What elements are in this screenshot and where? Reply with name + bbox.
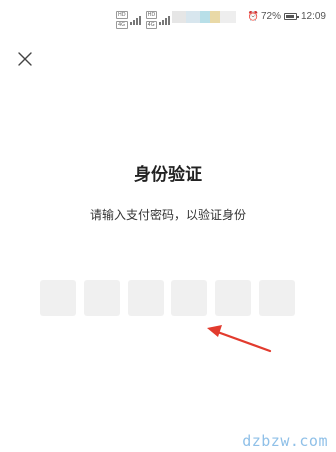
page-title: 身份验证 (134, 165, 202, 185)
blurred-icon (220, 11, 236, 23)
sim-tags-2: HD 4G (145, 10, 158, 30)
sim-tag-4g-2: 4G (145, 21, 158, 29)
blurred-icon (200, 11, 210, 23)
battery-icon (283, 13, 299, 20)
sim-tags: HD 4G (116, 10, 128, 30)
page-subtitle: 请输入支付密码，以验证身份 (89, 208, 246, 222)
pin-digit-box[interactable] (83, 280, 120, 316)
alarm-icon: ⏰ (247, 11, 259, 21)
clock: 12:09 (300, 11, 326, 22)
pin-input[interactable] (40, 280, 295, 316)
sim-tag-hd: HD (116, 11, 128, 19)
pin-digit-box[interactable] (40, 280, 76, 316)
blurred-icon (210, 11, 220, 23)
status-bar: HD 4G HD 4G ⏰ 72% 12:09 (0, 0, 336, 38)
pin-digit-box[interactable] (171, 280, 208, 316)
close-button[interactable] (14, 48, 36, 70)
network-indicators: HD 4G HD 4G (116, 10, 175, 30)
sim-tag-hd-2: HD (145, 11, 158, 19)
close-icon (18, 52, 32, 66)
pin-digit-box[interactable] (215, 280, 252, 316)
signal-icon-2 (159, 15, 171, 25)
blurred-notification-icons (172, 11, 236, 23)
red-arrow-annotation (207, 325, 272, 353)
blurred-icon (172, 11, 186, 23)
watermark: dzbzw.com (242, 432, 328, 450)
signal-icon (129, 15, 142, 25)
blurred-icon (186, 11, 200, 23)
battery-percent: 72% (260, 11, 281, 22)
status-right: ⏰ 72% 12:09 (248, 11, 326, 22)
pin-digit-box[interactable] (258, 280, 295, 316)
sim-tag-4g: 4G (116, 21, 128, 29)
pin-digit-box[interactable] (127, 280, 164, 316)
